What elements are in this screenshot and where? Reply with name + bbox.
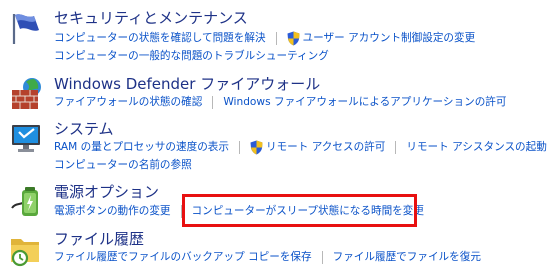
link-separator — [239, 140, 240, 154]
firewall-icon — [8, 76, 44, 112]
uac-shield-icon — [250, 140, 263, 155]
link-allow-app-through-firewall[interactable]: Windows ファイアウォールによるアプリケーションの許可 — [223, 93, 506, 111]
computer-monitor-icon — [8, 120, 44, 156]
link-backup-copies[interactable]: ファイル履歴でファイルのバックアップ コピーを保存 — [54, 248, 312, 266]
link-launch-remote-assistance[interactable]: リモート アシスタンスの起動 — [406, 138, 546, 156]
uac-shield-icon — [287, 31, 300, 46]
link-separator — [395, 140, 397, 154]
section-title-file-history[interactable]: ファイル履歴 — [54, 229, 144, 249]
link-troubleshooting[interactable]: コンピューターの一般的な問題のトラブルシューティング — [54, 47, 329, 65]
section-title-system[interactable]: システム — [54, 119, 114, 139]
link-row: RAM の量とプロセッサの速度の表示 リモート アクセスの許可 リモート アシス… — [54, 138, 547, 156]
section-title-power-options[interactable]: 電源オプション — [54, 182, 159, 202]
section-title-firewall[interactable]: Windows Defender ファイアウォール — [54, 74, 320, 94]
link-computer-name[interactable]: コンピューターの名前の参照 — [54, 156, 192, 174]
link-power-button-behavior[interactable]: 電源ボタンの動作の変更 — [54, 202, 171, 220]
link-ram-processor[interactable]: RAM の量とプロセッサの速度の表示 — [54, 138, 229, 156]
link-allow-remote-access[interactable]: リモート アクセスの許可 — [266, 138, 385, 156]
link-separator — [275, 31, 277, 45]
section-title-security-maintenance[interactable]: セキュリティとメンテナンス — [54, 8, 248, 28]
highlight-annotation-box — [182, 194, 417, 227]
flag-icon — [8, 10, 44, 46]
link-separator — [212, 95, 214, 109]
power-battery-icon — [8, 184, 44, 220]
link-separator — [321, 250, 323, 264]
link-uac-settings[interactable]: ユーザー アカウント制御設定の変更 — [303, 29, 476, 47]
link-row: コンピューターの名前の参照 — [54, 156, 192, 174]
link-row: ファイアウォールの状態の確認 Windows ファイアウォールによるアプリケーシ… — [54, 93, 507, 111]
link-check-status[interactable]: コンピューターの状態を確認して問題を解決 — [54, 29, 266, 47]
link-firewall-status[interactable]: ファイアウォールの状態の確認 — [54, 93, 202, 111]
link-restore-files[interactable]: ファイル履歴でファイルを復元 — [333, 248, 481, 266]
link-row: ファイル履歴でファイルのバックアップ コピーを保存 ファイル履歴でファイルを復元 — [54, 248, 481, 266]
link-row: コンピューターの状態を確認して問題を解決 ユーザー アカウント制御設定の変更 — [54, 29, 475, 47]
file-history-icon — [8, 231, 44, 267]
link-row: コンピューターの一般的な問題のトラブルシューティング — [54, 47, 329, 65]
